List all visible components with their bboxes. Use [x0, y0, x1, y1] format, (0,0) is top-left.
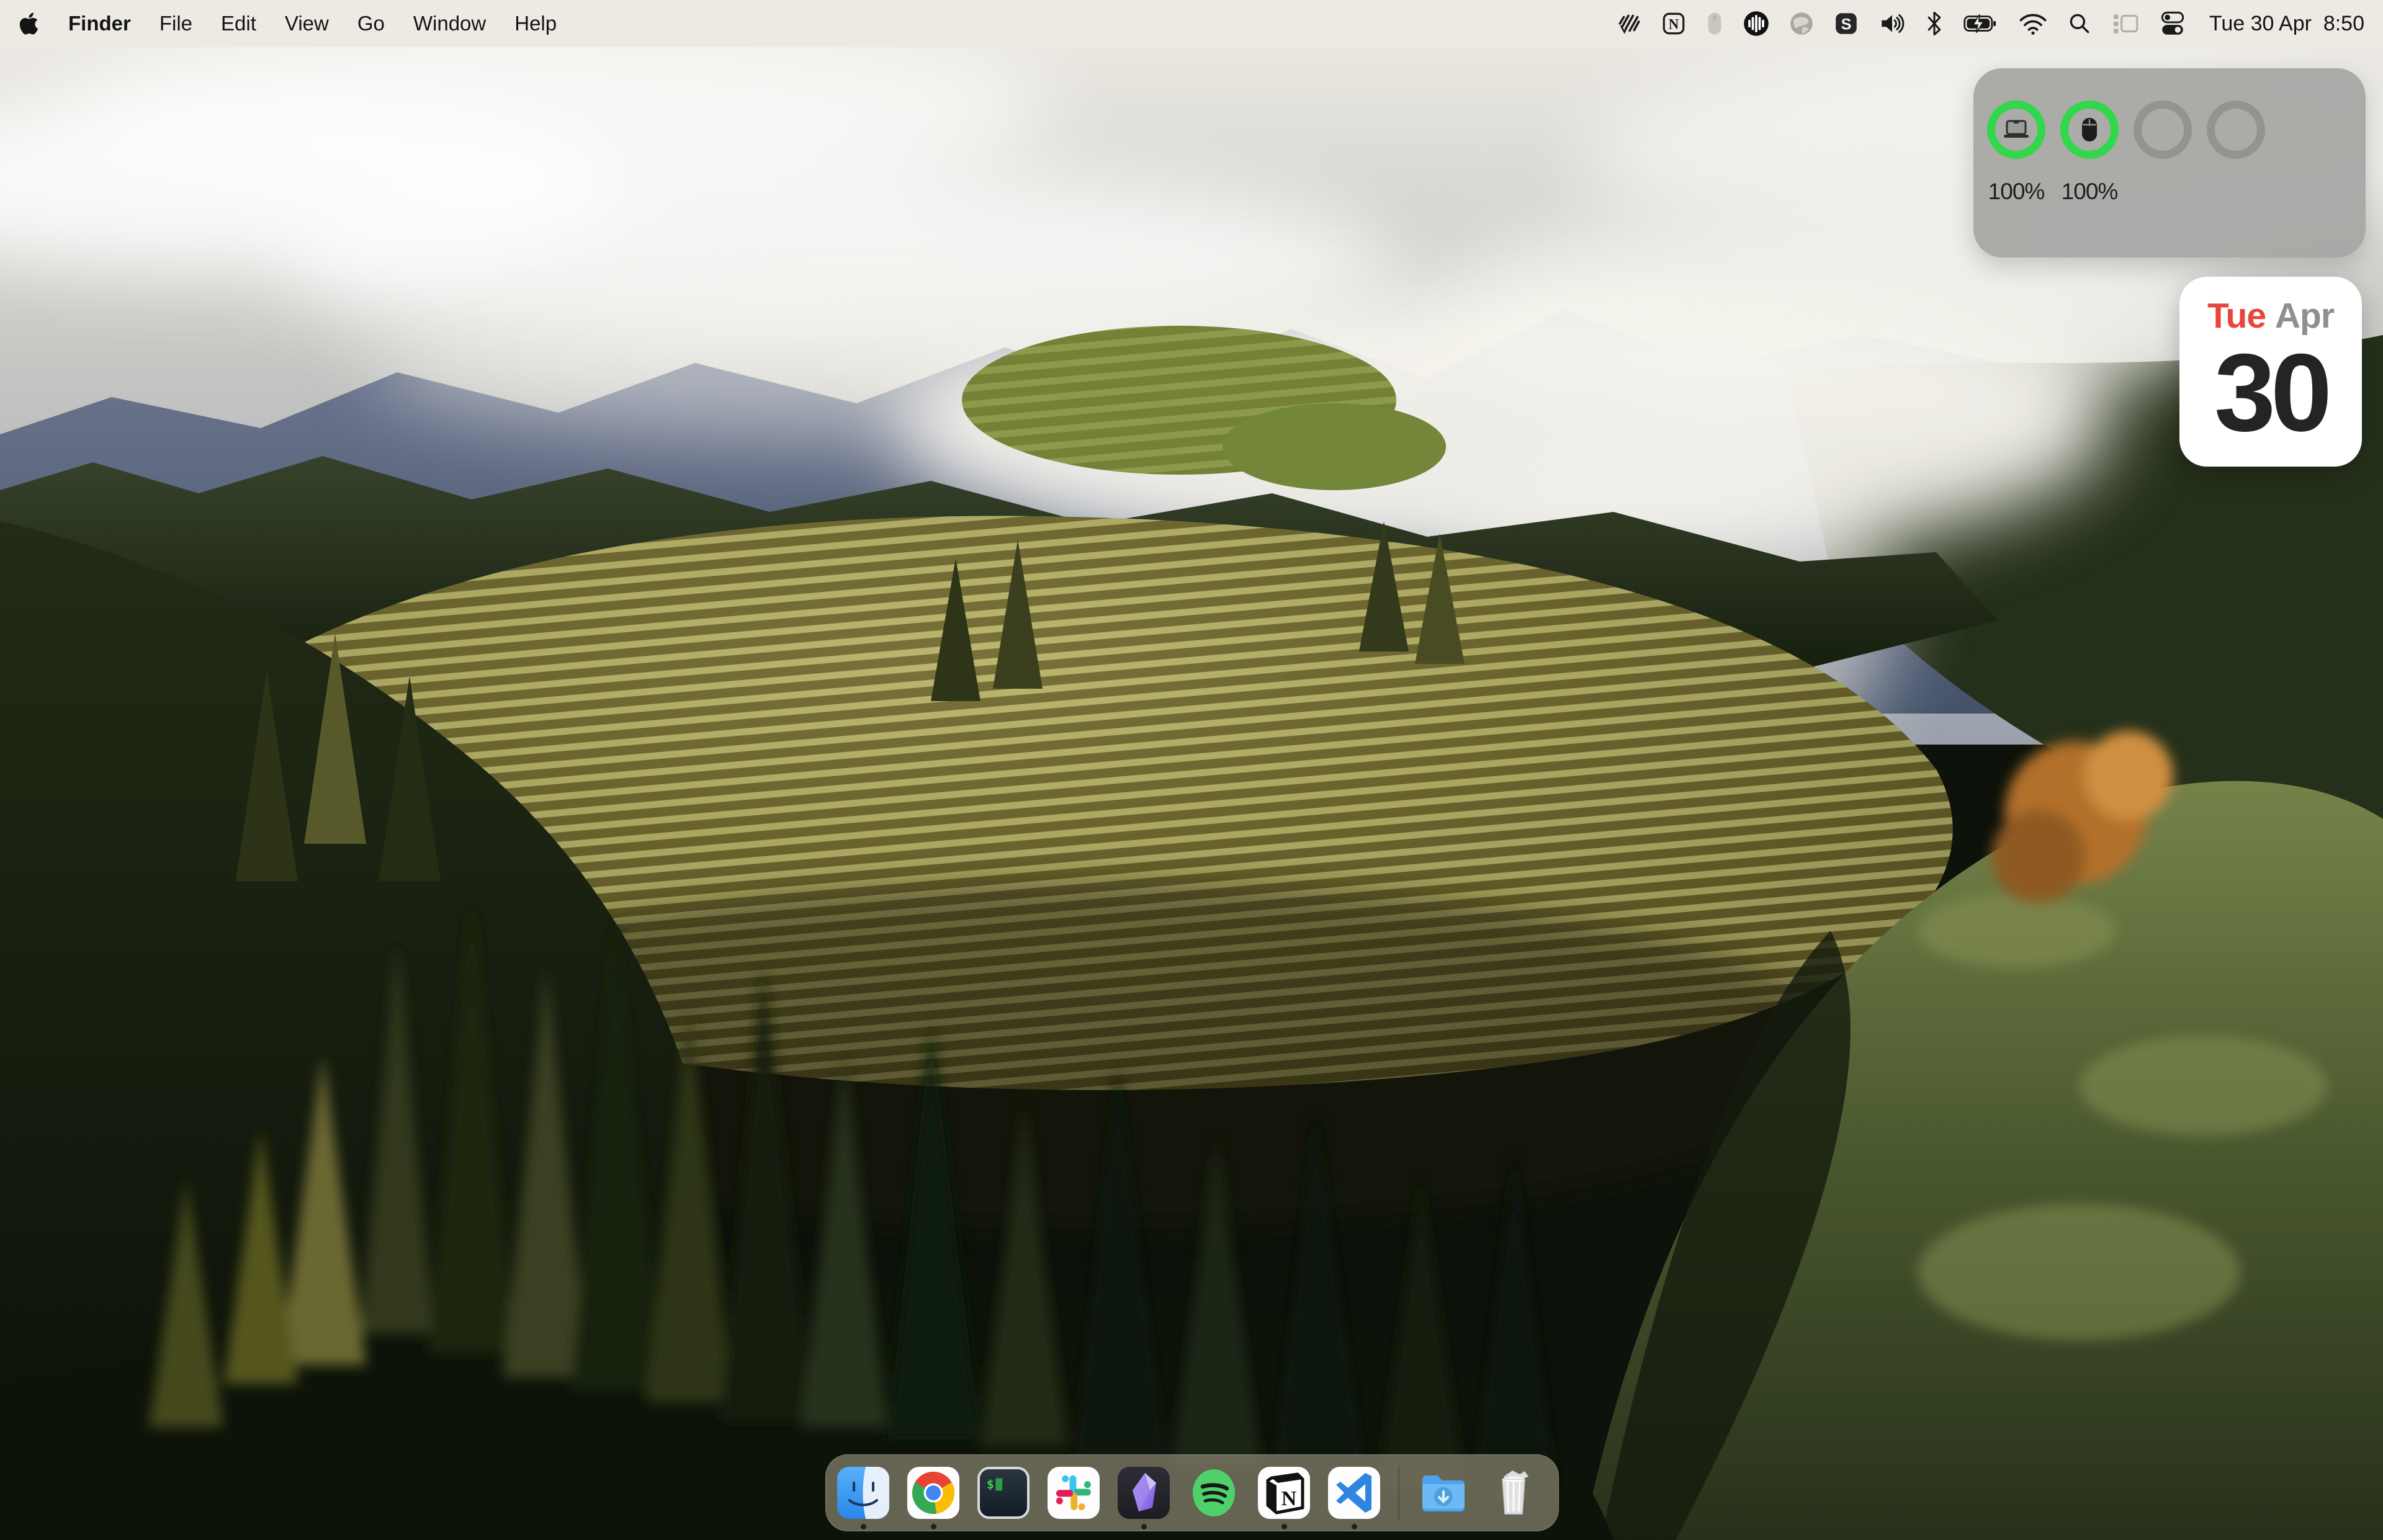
battery-percent-mouse: 100% [2062, 179, 2118, 205]
calendar-widget[interactable]: Tue Apr 30 [2179, 277, 2362, 467]
globe-icon[interactable] [1788, 10, 1815, 37]
calendar-month: Apr [2275, 296, 2334, 336]
svg-text:N: N [1281, 1487, 1297, 1510]
menu-view[interactable]: View [285, 12, 329, 35]
calendar-day: 30 [2179, 338, 2362, 448]
calendar-weekday: Tue [2207, 296, 2266, 336]
menu-file[interactable]: File [159, 12, 192, 35]
dock-item-vscode[interactable] [1328, 1467, 1380, 1519]
battery-ring-empty-1 [2126, 101, 2199, 205]
bluetooth-icon[interactable] [1925, 10, 1944, 37]
wifi-icon[interactable] [2018, 10, 2048, 37]
dock-item-terminal[interactable]: $ [977, 1467, 1030, 1519]
audio-waveform-icon[interactable] [1743, 10, 1770, 37]
vscode-icon [1328, 1467, 1380, 1519]
dock-item-notion[interactable]: N [1258, 1467, 1310, 1519]
battery-charging-icon[interactable] [1962, 10, 1999, 37]
dock-item-obsidian[interactable] [1118, 1467, 1170, 1519]
finder-icon [837, 1467, 889, 1519]
menu-app-name[interactable]: Finder [68, 12, 131, 35]
dock-item-trash[interactable] [1488, 1467, 1540, 1519]
dock-item-finder[interactable] [837, 1467, 889, 1519]
notion-menu-icon[interactable]: N [1661, 10, 1687, 37]
dock-item-chrome[interactable] [907, 1467, 959, 1519]
svg-text:N: N [1669, 16, 1679, 32]
control-center-icon[interactable] [2158, 10, 2187, 37]
menu-bar: Finder File Edit View Go Window Help N [0, 0, 2383, 47]
volume-icon[interactable] [1878, 10, 1906, 37]
slack-icon [1048, 1467, 1100, 1519]
obsidian-icon [1118, 1467, 1170, 1519]
battery-ring-laptop: 100% [1980, 101, 2053, 205]
menu-clock[interactable]: Tue 30 Apr 8:50 [2209, 12, 2364, 36]
menu-go[interactable]: Go [357, 12, 385, 35]
battery-ring-mouse: 100% [2053, 101, 2126, 205]
dock-item-slack[interactable] [1048, 1467, 1100, 1519]
dock: $ [825, 1454, 1559, 1531]
battery-ring-empty-2 [2199, 101, 2273, 205]
menu-window[interactable]: Window [413, 12, 486, 35]
s-app-icon[interactable]: S [1833, 10, 1859, 37]
terminal-icon: $ [977, 1467, 1030, 1519]
laptop-icon [2002, 117, 2031, 142]
notion-icon: N [1258, 1467, 1310, 1519]
stage-manager-icon[interactable] [2111, 10, 2140, 37]
dock-item-downloads[interactable] [1417, 1467, 1470, 1519]
dock-item-spotify[interactable] [1188, 1467, 1240, 1519]
diagonal-stripes-app-icon[interactable] [1616, 10, 1642, 37]
battery-percent-laptop: 100% [1988, 179, 2045, 205]
trash-full-icon [1488, 1467, 1540, 1519]
mouse-battery-icon[interactable] [1705, 10, 1724, 37]
downloads-folder-icon [1417, 1467, 1470, 1519]
apple-menu-icon[interactable] [19, 11, 40, 36]
svg-text:$: $ [987, 1477, 994, 1492]
svg-text:S: S [1841, 16, 1851, 33]
dock-divider [1398, 1466, 1399, 1520]
desktop: Finder File Edit View Go Window Help N [0, 0, 2383, 1540]
menu-edit[interactable]: Edit [221, 12, 256, 35]
spotify-icon [1188, 1467, 1240, 1519]
menu-help[interactable]: Help [514, 12, 557, 35]
battery-widget[interactable]: 100% 100% [1973, 68, 2366, 257]
spotlight-icon[interactable] [2067, 10, 2093, 37]
mouse-icon [2080, 116, 2099, 143]
chrome-icon [907, 1467, 959, 1519]
